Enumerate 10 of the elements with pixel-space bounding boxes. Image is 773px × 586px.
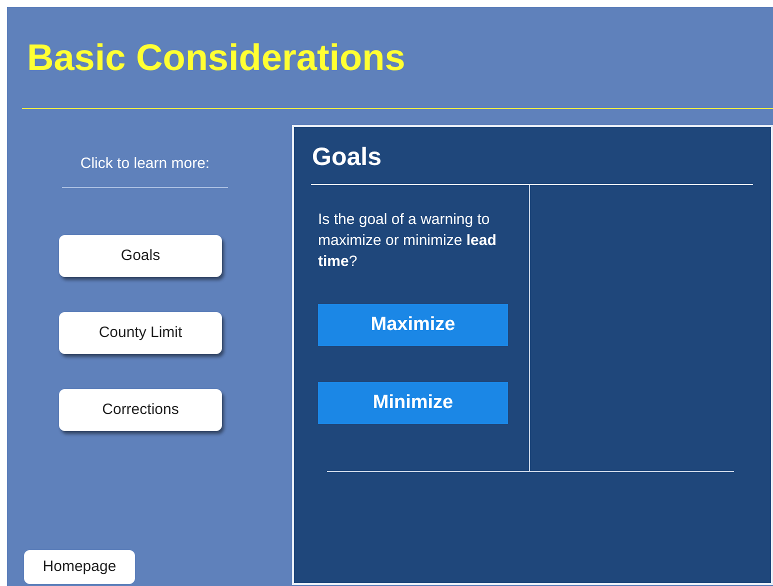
homepage-button[interactable]: Homepage: [24, 550, 135, 584]
answer-button[interactable]: Maximize: [318, 304, 508, 346]
topic-button[interactable]: County Limit: [59, 312, 222, 354]
sidebar-prompt: Click to learn more:: [80, 155, 210, 174]
panel-heading: Goals: [312, 145, 382, 170]
topic-button[interactable]: Corrections: [59, 388, 222, 431]
question-text: Is the goal of a warning to maximize or minimize lead time?: [318, 210, 498, 272]
page-title: Basic Considerations: [27, 39, 406, 76]
answer-button[interactable]: Minimize: [318, 382, 508, 424]
topic-button[interactable]: Goals: [59, 234, 222, 277]
